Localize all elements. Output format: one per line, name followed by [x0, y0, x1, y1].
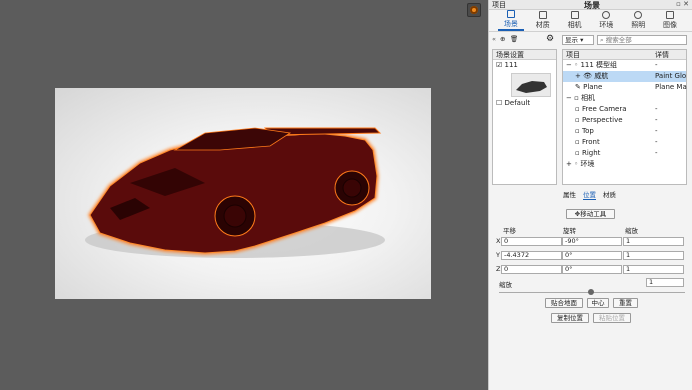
translate-z-field[interactable]: 0	[501, 265, 562, 274]
show-dropdown[interactable]: 显示 ▾	[562, 35, 594, 45]
tree-row[interactable]: ▫ Front -	[563, 137, 686, 148]
tab-image[interactable]: 图像	[657, 10, 683, 31]
scene-tree: 项目 详情 − ◦ 111 模型组 - + 👁 威航 Paint Glo ✎ Pla…	[562, 49, 687, 185]
tab-sub-material[interactable]: 材质	[603, 189, 616, 199]
tree-header: 项目 详情	[563, 50, 686, 60]
viewport[interactable]	[0, 0, 488, 390]
tree-row[interactable]: − ▫ 相机	[563, 93, 686, 104]
tree-row[interactable]: ✎ Plane Plane Ma	[563, 82, 687, 93]
tab-properties[interactable]: 属性	[563, 189, 576, 199]
panel-titlebar: 项目 场景 ▫ ✕	[489, 0, 692, 10]
reset-button[interactable]: 重置	[613, 298, 638, 308]
collapse-icon[interactable]: «	[492, 35, 496, 43]
move-tool-button[interactable]: ✥移动工具	[566, 209, 615, 219]
scene-set-thumbnail[interactable]	[511, 73, 551, 97]
translate-y-field[interactable]: -4.4372	[501, 251, 562, 260]
rotate-label: 旋转	[563, 227, 576, 235]
rotate-y-field[interactable]: 0°	[562, 251, 622, 260]
settings-gear-icon[interactable]: ⚙	[546, 34, 554, 44]
material-icon	[538, 11, 547, 19]
tab-scene[interactable]: 场景	[497, 10, 524, 31]
panel-title: 场景	[584, 1, 600, 10]
tree-row[interactable]: + ◦ 环境	[563, 159, 686, 170]
rotate-z-field[interactable]: 0°	[562, 265, 622, 274]
render-button[interactable]	[467, 3, 481, 17]
tab-lighting[interactable]: 照明	[625, 10, 651, 31]
environment-icon	[602, 11, 611, 19]
scene-set-default[interactable]: ☐ Default	[496, 98, 530, 109]
scale-x-field[interactable]: 1	[623, 237, 684, 246]
scale-y-field[interactable]: 1	[623, 251, 684, 260]
scale-z-field[interactable]: 1	[623, 265, 684, 274]
tree-row[interactable]: + 👁 威航 Paint Glo	[563, 71, 686, 82]
translate-x-field[interactable]: 0	[501, 237, 562, 246]
scale-label: 缩放	[625, 227, 638, 235]
camera-icon	[570, 11, 579, 19]
scene-icon	[506, 10, 515, 18]
y-axis-label: Y	[496, 251, 500, 259]
center-button[interactable]: 中心	[587, 298, 609, 308]
project-label: 项目	[492, 1, 506, 9]
tree-row[interactable]: − ◦ 111 模型组 -	[563, 60, 686, 71]
search-input[interactable]: ⌕ 搜索全部	[597, 35, 687, 45]
panel-close-icon[interactable]: ▫ ✕	[676, 0, 689, 8]
copy-position-button[interactable]: 复制位置	[551, 313, 589, 323]
snap-ground-button[interactable]: 贴合地面	[545, 298, 583, 308]
render-icon	[470, 6, 478, 14]
tab-camera[interactable]: 相机	[562, 10, 588, 31]
uniform-scale-label: 缩放	[499, 281, 512, 289]
z-axis-label: Z	[496, 265, 501, 273]
x-axis-label: X	[496, 237, 501, 245]
paste-position-button[interactable]: 粘贴位置	[593, 313, 631, 323]
tree-row[interactable]: ▫ Perspective -	[563, 115, 686, 126]
render-canvas[interactable]	[55, 88, 431, 299]
image-icon	[666, 11, 675, 19]
translate-label: 平移	[503, 227, 516, 235]
tree-row[interactable]: ▫ Top -	[563, 126, 686, 137]
panel-tabs: 场景 材质 相机 环境 照明 图像	[489, 10, 692, 32]
lighting-icon	[634, 11, 643, 19]
rotate-x-field[interactable]: -90°	[562, 237, 622, 246]
scene-sets-header: 场景设置	[493, 50, 556, 60]
delete-icon[interactable]: 🗑	[510, 35, 518, 43]
car-model[interactable]	[55, 88, 431, 299]
scene-panel: 项目 场景 ▫ ✕ 场景 材质 相机 环境 照明 图像 « ⊕ 🗑 ⚙ 显示 ▾…	[488, 0, 692, 390]
scale-slider-thumb[interactable]	[588, 289, 594, 295]
scene-sets-list: 场景设置 ☑ 111 ☐ Default	[492, 49, 557, 185]
scene-set-111[interactable]: ☑ 111	[493, 60, 556, 71]
tree-row[interactable]: ▫ Free Camera -	[563, 104, 686, 115]
tree-row[interactable]: ▫ Right -	[563, 148, 686, 159]
tab-environment[interactable]: 环境	[593, 10, 619, 31]
tab-position[interactable]: 位置	[583, 189, 596, 200]
tab-material[interactable]: 材质	[530, 10, 556, 31]
add-icon[interactable]: ⊕	[500, 35, 505, 43]
eye-icon[interactable]: 👁	[583, 72, 592, 80]
uniform-scale-field[interactable]: 1	[646, 278, 684, 287]
